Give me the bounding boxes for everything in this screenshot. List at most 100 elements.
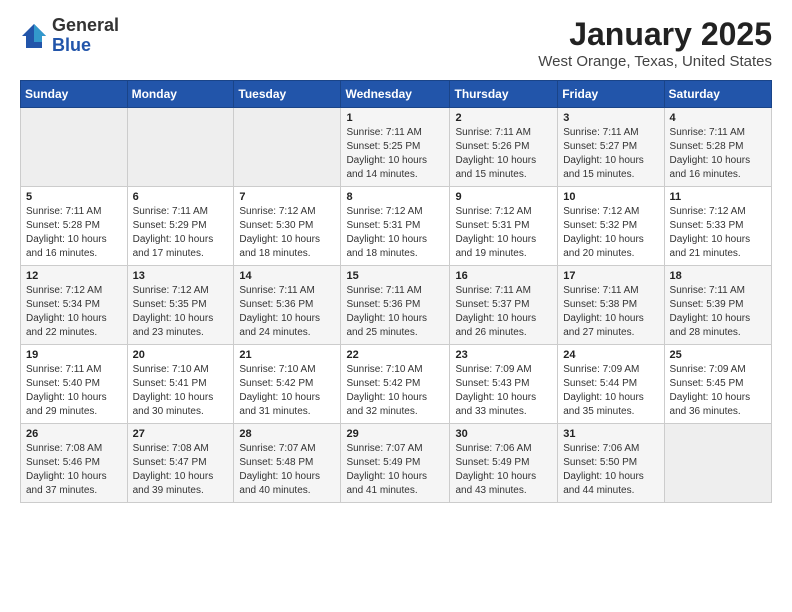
day-info: Sunrise: 7:08 AM Sunset: 5:47 PM Dayligh…: [133, 442, 229, 498]
table-row: 18Sunrise: 7:11 AM Sunset: 5:39 PM Dayli…: [664, 266, 771, 345]
header-friday: Friday: [558, 81, 664, 108]
day-number: 9: [455, 191, 552, 203]
day-number: 27: [133, 428, 229, 440]
table-row: 3 Sunrise: 7:11 AM Sunset: 5:27 PM Daylig…: [558, 108, 664, 187]
day-number: 5: [26, 191, 122, 203]
day-info: Sunrise: 7:10 AM Sunset: 5:42 PM Dayligh…: [346, 363, 444, 419]
day-info: Sunrise: 7:06 AM Sunset: 5:50 PM Dayligh…: [563, 442, 658, 498]
calendar-week-row: 12 Sunrise: 7:12 AM Sunset: 5:34 PM Dayli…: [21, 266, 772, 345]
day-info: Sunrise: 7:11 AM Sunset: 5:36 PM Dayligh…: [239, 284, 335, 340]
day-number: 2: [455, 112, 552, 124]
table-row: 28 Sunrise: 7:07 AM Sunset: 5:48 PM Dayli…: [234, 424, 341, 503]
table-row: [127, 108, 234, 187]
table-row: 4 Sunrise: 7:11 AM Sunset: 5:28 PM Daylig…: [664, 108, 771, 187]
day-number: 17: [563, 270, 658, 282]
table-row: 9 Sunrise: 7:12 AM Sunset: 5:31 PM Daylig…: [450, 187, 558, 266]
day-info: Sunrise: 7:11 AM Sunset: 5:28 PM Dayligh…: [670, 126, 766, 182]
day-number: 14: [239, 270, 335, 282]
day-info: Sunrise: 7:10 AM Sunset: 5:42 PM Dayligh…: [239, 363, 335, 419]
table-row: 2 Sunrise: 7:11 AM Sunset: 5:26 PM Daylig…: [450, 108, 558, 187]
calendar-week-row: 19 Sunrise: 7:11 AM Sunset: 5:40 PM Dayli…: [21, 345, 772, 424]
day-number: 26: [26, 428, 122, 440]
day-number: 24: [563, 349, 658, 361]
day-info: Sunrise: 7:09 AM Sunset: 5:44 PM Dayligh…: [563, 363, 658, 419]
day-number: 19: [26, 349, 122, 361]
day-number: 7: [239, 191, 335, 203]
day-number: 21: [239, 349, 335, 361]
header-monday: Monday: [127, 81, 234, 108]
table-row: 31 Sunrise: 7:06 AM Sunset: 5:50 PM Dayli…: [558, 424, 664, 503]
table-row: 11 Sunrise: 7:12 AM Sunset: 5:33 PM Dayli…: [664, 187, 771, 266]
day-number: 28: [239, 428, 335, 440]
day-info: Sunrise: 7:11 AM Sunset: 5:26 PM Dayligh…: [455, 126, 552, 182]
day-info: Sunrise: 7:10 AM Sunset: 5:41 PM Dayligh…: [133, 363, 229, 419]
day-number: 29: [346, 428, 444, 440]
table-row: [21, 108, 128, 187]
day-info: Sunrise: 7:11 AM Sunset: 5:40 PM Dayligh…: [26, 363, 122, 419]
calendar-week-row: 1Sunrise: 7:11 AM Sunset: 5:25 PM Daylig…: [21, 108, 772, 187]
table-row: 29Sunrise: 7:07 AM Sunset: 5:49 PM Dayli…: [341, 424, 450, 503]
calendar-week-row: 26 Sunrise: 7:08 AM Sunset: 5:46 PM Dayli…: [21, 424, 772, 503]
day-number: 31: [563, 428, 658, 440]
logo-blue: Blue: [52, 36, 119, 56]
day-info: Sunrise: 7:12 AM Sunset: 5:35 PM Dayligh…: [133, 284, 229, 340]
day-info: Sunrise: 7:09 AM Sunset: 5:45 PM Dayligh…: [670, 363, 766, 419]
table-row: [664, 424, 771, 503]
day-info: Sunrise: 7:06 AM Sunset: 5:49 PM Dayligh…: [455, 442, 552, 498]
day-info: Sunrise: 7:11 AM Sunset: 5:29 PM Dayligh…: [133, 205, 229, 261]
day-number: 3: [563, 112, 658, 124]
day-info: Sunrise: 7:11 AM Sunset: 5:37 PM Dayligh…: [455, 284, 552, 340]
table-row: 27 Sunrise: 7:08 AM Sunset: 5:47 PM Dayli…: [127, 424, 234, 503]
table-row: 1Sunrise: 7:11 AM Sunset: 5:25 PM Daylig…: [341, 108, 450, 187]
day-number: 30: [455, 428, 552, 440]
table-row: 7 Sunrise: 7:12 AM Sunset: 5:30 PM Daylig…: [234, 187, 341, 266]
day-info: Sunrise: 7:11 AM Sunset: 5:36 PM Dayligh…: [346, 284, 444, 340]
table-row: 13Sunrise: 7:12 AM Sunset: 5:35 PM Dayli…: [127, 266, 234, 345]
day-info: Sunrise: 7:11 AM Sunset: 5:28 PM Dayligh…: [26, 205, 122, 261]
title-month: January 2025: [538, 16, 772, 53]
header-saturday: Saturday: [664, 81, 771, 108]
day-info: Sunrise: 7:08 AM Sunset: 5:46 PM Dayligh…: [26, 442, 122, 498]
table-row: 21 Sunrise: 7:10 AM Sunset: 5:42 PM Dayli…: [234, 345, 341, 424]
table-row: 6 Sunrise: 7:11 AM Sunset: 5:29 PM Daylig…: [127, 187, 234, 266]
day-info: Sunrise: 7:12 AM Sunset: 5:33 PM Dayligh…: [670, 205, 766, 261]
day-info: Sunrise: 7:09 AM Sunset: 5:43 PM Dayligh…: [455, 363, 552, 419]
day-info: Sunrise: 7:11 AM Sunset: 5:39 PM Dayligh…: [670, 284, 766, 340]
day-number: 6: [133, 191, 229, 203]
table-row: 26 Sunrise: 7:08 AM Sunset: 5:46 PM Dayli…: [21, 424, 128, 503]
table-row: 25 Sunrise: 7:09 AM Sunset: 5:45 PM Dayli…: [664, 345, 771, 424]
table-row: 30 Sunrise: 7:06 AM Sunset: 5:49 PM Dayli…: [450, 424, 558, 503]
day-number: 12: [26, 270, 122, 282]
day-number: 22: [346, 349, 444, 361]
day-info: Sunrise: 7:11 AM Sunset: 5:25 PM Dayligh…: [346, 126, 444, 182]
calendar-table: Sunday Monday Tuesday Wednesday Thursday…: [20, 80, 772, 503]
day-number: 4: [670, 112, 766, 124]
table-row: 20 Sunrise: 7:10 AM Sunset: 5:41 PM Dayli…: [127, 345, 234, 424]
page: General Blue January 2025 West Orange, T…: [0, 0, 792, 519]
day-number: 15: [346, 270, 444, 282]
day-info: Sunrise: 7:12 AM Sunset: 5:34 PM Dayligh…: [26, 284, 122, 340]
title-location: West Orange, Texas, United States: [538, 53, 772, 70]
header-thursday: Thursday: [450, 81, 558, 108]
table-row: 14 Sunrise: 7:11 AM Sunset: 5:36 PM Dayli…: [234, 266, 341, 345]
day-number: 11: [670, 191, 766, 203]
day-info: Sunrise: 7:07 AM Sunset: 5:48 PM Dayligh…: [239, 442, 335, 498]
logo-icon: [20, 22, 48, 50]
table-row: [234, 108, 341, 187]
day-info: Sunrise: 7:12 AM Sunset: 5:31 PM Dayligh…: [346, 205, 444, 261]
header: General Blue January 2025 West Orange, T…: [20, 16, 772, 70]
day-number: 10: [563, 191, 658, 203]
day-number: 20: [133, 349, 229, 361]
header-sunday: Sunday: [21, 81, 128, 108]
table-row: 19 Sunrise: 7:11 AM Sunset: 5:40 PM Dayli…: [21, 345, 128, 424]
day-number: 25: [670, 349, 766, 361]
table-row: 12 Sunrise: 7:12 AM Sunset: 5:34 PM Dayli…: [21, 266, 128, 345]
day-info: Sunrise: 7:11 AM Sunset: 5:27 PM Dayligh…: [563, 126, 658, 182]
day-info: Sunrise: 7:11 AM Sunset: 5:38 PM Dayligh…: [563, 284, 658, 340]
day-info: Sunrise: 7:12 AM Sunset: 5:30 PM Dayligh…: [239, 205, 335, 261]
table-row: 22 Sunrise: 7:10 AM Sunset: 5:42 PM Dayli…: [341, 345, 450, 424]
table-row: 24 Sunrise: 7:09 AM Sunset: 5:44 PM Dayli…: [558, 345, 664, 424]
table-row: 23Sunrise: 7:09 AM Sunset: 5:43 PM Dayli…: [450, 345, 558, 424]
table-row: 10Sunrise: 7:12 AM Sunset: 5:32 PM Dayli…: [558, 187, 664, 266]
day-info: Sunrise: 7:12 AM Sunset: 5:31 PM Dayligh…: [455, 205, 552, 261]
